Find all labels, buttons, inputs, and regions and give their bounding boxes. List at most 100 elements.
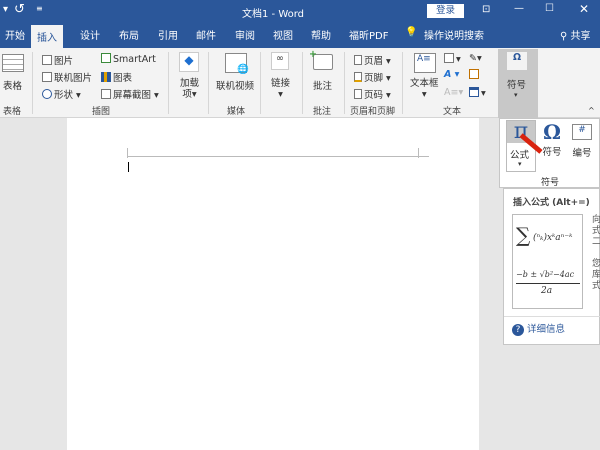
- footer-button[interactable]: 页脚 ▾: [354, 70, 391, 84]
- close-button[interactable]: ✕: [579, 2, 589, 16]
- pictures-button[interactable]: 图片: [42, 53, 73, 67]
- lightbulb-icon: 💡: [405, 27, 418, 38]
- symbols-button[interactable]: Ω 符号 ▾: [498, 49, 538, 118]
- tab-foxit-pdf[interactable]: 福昕PDF: [349, 27, 388, 42]
- addins-button[interactable]: 加载 项▾: [180, 78, 199, 100]
- screenshot-button[interactable]: 屏幕截图 ▾: [101, 87, 159, 101]
- drop-cap-button[interactable]: A≡▾: [444, 87, 463, 98]
- chart-button[interactable]: 图表: [101, 70, 132, 84]
- chart-label: 图表: [113, 73, 133, 84]
- online-pictures-button[interactable]: 联机图片: [42, 70, 92, 84]
- table-icon: [2, 54, 24, 72]
- header-button[interactable]: 页眉 ▾: [354, 53, 391, 67]
- quick-parts-icon: [444, 53, 454, 63]
- omega-icon: Ω: [507, 52, 527, 70]
- page-number-label: 页码: [364, 90, 384, 101]
- group-label-comments: 批注: [313, 107, 332, 117]
- object-button[interactable]: ▾: [469, 87, 486, 99]
- share-label: 共享: [570, 31, 591, 42]
- screenshot-icon: [101, 89, 111, 99]
- comment-button[interactable]: 批注: [313, 78, 332, 92]
- chart-icon: [101, 72, 111, 82]
- tell-me-search[interactable]: 操作说明搜索: [424, 27, 484, 42]
- tab-review[interactable]: 审阅: [235, 27, 255, 42]
- shapes-icon: [42, 89, 52, 99]
- more-info-link[interactable]: ? 详细信息: [512, 321, 565, 336]
- minimize-button[interactable]: —: [514, 3, 524, 14]
- textbox-label: 文本框: [410, 78, 439, 89]
- tooltip-title: 插入公式 (Alt+=): [513, 198, 590, 208]
- document-page[interactable]: [67, 118, 479, 450]
- text-cursor: [128, 162, 129, 172]
- window-title: 文档1 - Word: [242, 9, 305, 20]
- title-bar: ▾ ↺ ≡ 文档1 - Word 登录 ⊡ — ☐ ✕: [0, 0, 600, 22]
- links-button[interactable]: 链接 ▾: [271, 78, 290, 100]
- addins-label: 加载: [180, 78, 200, 89]
- shapes-button[interactable]: 形状 ▾: [42, 87, 81, 101]
- date-time-icon: [469, 69, 479, 79]
- header-icon: [354, 55, 362, 65]
- signature-icon: ✎: [469, 53, 477, 64]
- omega-icon: Ω: [543, 120, 561, 144]
- tooltip-description: 向式二您库式: [592, 215, 600, 291]
- symbols-dropdown: π 公式 ▾ Ω 符号 # 编号 符号: [499, 118, 600, 188]
- picture-icon: [42, 55, 52, 65]
- equation-label: 公式: [510, 150, 530, 161]
- group-label-symbols: 符号: [541, 178, 560, 188]
- comment-icon: +: [309, 49, 333, 70]
- symbol-button[interactable]: Ω 符号: [540, 120, 564, 158]
- addins-label-2: 项: [182, 89, 192, 100]
- tab-design[interactable]: 设计: [80, 27, 100, 42]
- qat-dropdown-icon[interactable]: ▾: [3, 4, 8, 15]
- footer-label: 页脚: [364, 73, 384, 84]
- tab-insert[interactable]: 插入: [31, 25, 63, 48]
- tab-view[interactable]: 视图: [273, 27, 293, 42]
- redo-icon[interactable]: ↺: [14, 2, 25, 17]
- tab-layout[interactable]: 布局: [119, 27, 139, 42]
- smartart-button[interactable]: SmartArt: [101, 53, 156, 65]
- online-pictures-label: 联机图片: [54, 73, 93, 84]
- customize-qat-icon[interactable]: ≡: [36, 4, 43, 13]
- wordart-button[interactable]: A ▾: [444, 69, 459, 80]
- more-info-label: 详细信息: [527, 324, 566, 335]
- tab-help[interactable]: 帮助: [311, 27, 331, 42]
- link-icon: ∞: [271, 52, 289, 70]
- tab-home[interactable]: 开始: [5, 27, 25, 42]
- textbox-icon: A≡: [414, 53, 436, 73]
- equation-preview-image: ∑ (ⁿₖ)xᵏaⁿ⁻ᵏ −b ± √b²−4ac 2a: [512, 214, 583, 309]
- online-video-button[interactable]: 联机视频: [216, 78, 254, 92]
- symbol-label: 符号: [542, 147, 562, 158]
- number-label: 编号: [572, 148, 592, 159]
- collapse-ribbon-icon[interactable]: ^: [588, 106, 595, 115]
- group-label-media: 媒体: [227, 107, 246, 117]
- share-button[interactable]: ⚲ 共享: [560, 27, 591, 42]
- page-number-button[interactable]: 页码 ▾: [354, 87, 391, 101]
- table-button[interactable]: 表格: [3, 78, 22, 92]
- online-picture-icon: [42, 72, 52, 82]
- maximize-button[interactable]: ☐: [545, 3, 554, 14]
- screenshot-label: 屏幕截图: [113, 90, 152, 101]
- tab-mailings[interactable]: 邮件: [196, 27, 216, 42]
- footer-icon: [354, 72, 362, 82]
- header-label: 页眉: [364, 56, 384, 67]
- smartart-icon: [101, 53, 111, 63]
- wordart-icon: A: [444, 69, 452, 80]
- quick-parts-button[interactable]: ▾: [444, 53, 461, 65]
- symbols-label: 符号: [507, 80, 527, 91]
- tab-references[interactable]: 引用: [158, 27, 178, 42]
- number-button[interactable]: # 编号: [570, 124, 594, 159]
- help-icon: ?: [512, 324, 524, 336]
- number-icon: #: [572, 124, 592, 140]
- online-video-icon: 🌐: [225, 53, 249, 75]
- signature-line-button[interactable]: ✎▾: [469, 53, 482, 64]
- addins-icon: ◆: [179, 52, 199, 72]
- object-icon: [469, 87, 479, 97]
- login-button[interactable]: 登录: [427, 4, 464, 18]
- date-time-button[interactable]: [469, 69, 481, 81]
- pictures-label: 图片: [54, 56, 74, 67]
- ribbon-tabs: 开始 插入 设计 布局 引用 邮件 审阅 视图 帮助 福昕PDF 💡 操作说明搜…: [0, 22, 600, 48]
- textbox-button[interactable]: 文本框 ▾: [410, 78, 439, 100]
- group-label-text: 文本: [443, 107, 462, 117]
- equation-tooltip: 插入公式 (Alt+=) ∑ (ⁿₖ)xᵏaⁿ⁻ᵏ −b ± √b²−4ac 2…: [503, 188, 600, 345]
- ribbon-display-icon[interactable]: ⊡: [482, 4, 490, 15]
